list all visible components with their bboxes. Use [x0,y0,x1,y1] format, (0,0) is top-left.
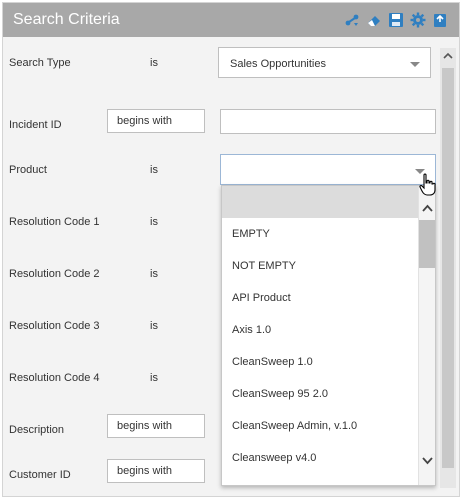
export-icon[interactable] [431,11,449,29]
chevron-up-icon[interactable] [419,200,435,216]
panel-scrollbar[interactable] [440,48,456,488]
resolution-code-4-operator: is [150,372,158,384]
dropdown-option[interactable]: CleanSweep 95 2.0 [222,378,418,410]
dropdown-option[interactable]: CleanSweep Admin, v.1.0 [222,410,418,442]
description-operator-select[interactable]: begins with [107,414,205,438]
incident-id-label: Incident ID [9,119,62,131]
search-type-value: Sales Opportunities [230,58,326,70]
share-icon[interactable] [343,11,361,29]
resolution-code-3-label: Resolution Code 3 [9,320,100,332]
chevron-up-icon[interactable] [440,48,456,64]
resolution-code-3-operator: is [150,320,158,332]
product-label: Product [9,164,47,176]
resolution-code-1-label: Resolution Code 1 [9,216,100,228]
chevron-down-icon [410,62,420,67]
incident-id-operator-select[interactable]: begins with [107,109,205,133]
panel-title: Search Criteria [13,11,120,28]
dropdown-option[interactable]: EMPTY [222,218,418,250]
search-type-label: Search Type [9,57,71,69]
hand-cursor-icon [418,173,438,197]
customer-id-operator-select[interactable]: begins with [107,459,205,483]
save-icon[interactable] [387,11,405,29]
panel-header: Search Criteria [3,3,459,37]
search-type-operator: is [150,57,158,69]
description-label: Description [9,424,65,436]
resolution-code-4-label: Resolution Code 4 [9,372,100,384]
product-dropdown-list: EMPTY NOT EMPTY API Product Axis 1.0 Cle… [221,185,436,486]
dropdown-scrollbar[interactable] [418,186,435,485]
resolution-code-2-operator: is [150,268,158,280]
incident-id-input[interactable] [220,109,436,134]
dropdown-option[interactable]: Cleansweep v4.0 [222,442,418,474]
dropdown-option-blank[interactable] [222,186,418,218]
panel-scrollbar-thumb[interactable] [442,68,454,468]
search-type-select[interactable]: Sales Opportunities [218,47,431,78]
chevron-down-icon[interactable] [419,453,435,469]
product-options: EMPTY NOT EMPTY API Product Axis 1.0 Cle… [222,186,418,474]
customer-id-label: Customer ID [9,469,71,481]
header-toolbar [343,11,449,29]
dropdown-option[interactable]: CleanSweep 1.0 [222,346,418,378]
dropdown-option[interactable]: API Product [222,282,418,314]
product-select[interactable] [220,154,436,185]
resolution-code-2-label: Resolution Code 2 [9,268,100,280]
gear-icon[interactable] [409,11,427,29]
dropdown-option[interactable]: Axis 1.0 [222,314,418,346]
resolution-code-1-operator: is [150,216,158,228]
eraser-icon[interactable] [365,11,383,29]
dropdown-option[interactable]: NOT EMPTY [222,250,418,282]
dropdown-scrollbar-thumb[interactable] [419,220,435,268]
product-operator: is [150,164,158,176]
